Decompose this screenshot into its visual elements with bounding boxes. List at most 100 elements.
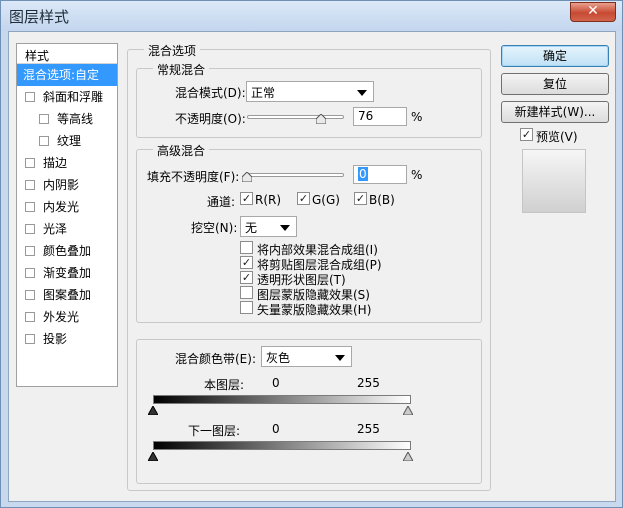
blending-options-title: 混合选项 — [144, 42, 201, 59]
underlying-layer-max: 255 — [357, 422, 380, 436]
style-checkbox[interactable] — [25, 92, 35, 102]
opacity-unit: % — [411, 110, 423, 124]
chevron-down-icon — [280, 225, 290, 231]
fill-opacity-slider-thumb[interactable] — [242, 172, 252, 182]
advanced-option-checkbox[interactable]: ✓ — [240, 256, 253, 269]
knockout-select[interactable]: 无 — [240, 216, 297, 237]
blend-if-value: 灰色 — [266, 351, 291, 365]
title-bar[interactable]: 图层样式 ✕ — [1, 1, 622, 31]
style-list-item-label: 外发光 — [43, 310, 80, 324]
blend-mode-select[interactable]: 正常 — [246, 81, 374, 102]
style-list-item[interactable]: 纹理 — [17, 130, 117, 152]
fill-opacity-unit: % — [411, 168, 423, 182]
style-checkbox[interactable] — [25, 290, 35, 300]
channel-g-checkbox[interactable]: ✓ — [297, 192, 310, 205]
style-list-item-label: 纹理 — [57, 134, 82, 148]
this-layer-label: 本图层: — [204, 378, 245, 392]
style-list-item[interactable]: 内发光 — [17, 196, 117, 218]
chevron-down-icon — [357, 90, 367, 96]
style-list-item-label: 斜面和浮雕 — [43, 90, 104, 104]
knockout-value: 无 — [245, 221, 258, 235]
knockout-label: 挖空(N): — [191, 221, 238, 235]
channel-g-label: G(G) — [312, 193, 340, 207]
opacity-slider[interactable] — [247, 115, 344, 119]
this-layer-white-handle[interactable] — [403, 406, 413, 415]
new-style-button[interactable]: 新建样式(W)... — [501, 101, 609, 123]
blend-if-group: 混合颜色带(E): 灰色 本图层: 0 255 下一图层: 0 255 — [136, 339, 482, 484]
style-checkbox[interactable] — [25, 246, 35, 256]
style-list-item-label: 描边 — [43, 156, 68, 170]
general-blending-title: 常规混合 — [153, 61, 210, 78]
style-checkbox[interactable] — [25, 180, 35, 190]
styles-list: 样式 混合选项:自定斜面和浮雕等高线纹理描边内阴影内发光光泽颜色叠加渐变叠加图案… — [16, 43, 118, 387]
channel-r-checkbox[interactable]: ✓ — [240, 192, 253, 205]
style-list-item[interactable]: 外发光 — [17, 306, 117, 328]
this-layer-min: 0 — [272, 376, 280, 390]
style-list-item-label: 内发光 — [43, 200, 80, 214]
fill-opacity-label: 填充不透明度(F): — [147, 170, 240, 184]
style-list-item-label: 混合选项:自定 — [23, 68, 100, 82]
style-checkbox[interactable] — [25, 202, 35, 212]
style-list-item[interactable]: 图案叠加 — [17, 284, 117, 306]
style-checkbox[interactable] — [25, 158, 35, 168]
style-list-item[interactable]: 光泽 — [17, 218, 117, 240]
style-list-item[interactable]: 等高线 — [17, 108, 117, 130]
styles-list-header[interactable]: 样式 — [17, 44, 117, 64]
channel-b-label: B(B) — [369, 193, 395, 207]
style-checkbox[interactable] — [39, 114, 49, 124]
style-checkbox[interactable] — [25, 268, 35, 278]
underlying-layer-label: 下一图层: — [188, 424, 241, 438]
advanced-option-checkbox[interactable] — [240, 301, 253, 314]
style-list-item[interactable]: 渐变叠加 — [17, 262, 117, 284]
this-layer-gradient — [153, 395, 411, 404]
fill-opacity-value: 0 — [358, 167, 368, 181]
opacity-slider-thumb[interactable] — [315, 114, 326, 124]
advanced-option-checkbox[interactable] — [240, 286, 253, 299]
fill-opacity-input[interactable]: 0 — [353, 165, 407, 184]
fill-opacity-slider[interactable] — [247, 173, 344, 177]
style-checkbox[interactable] — [25, 224, 35, 234]
chevron-down-icon — [335, 355, 345, 361]
style-list-item-label: 内阴影 — [43, 178, 80, 192]
style-list-item[interactable]: 混合选项:自定 — [17, 64, 117, 86]
preview-label: 预览(V) — [536, 130, 578, 144]
style-list-item-label: 投影 — [43, 332, 68, 346]
blend-mode-value: 正常 — [251, 86, 276, 100]
dialog-title: 图层样式 — [9, 8, 70, 26]
style-preview-swatch — [522, 149, 586, 213]
style-checkbox[interactable] — [25, 334, 35, 344]
advanced-option-checkbox[interactable]: ✓ — [240, 271, 253, 284]
opacity-label: 不透明度(O): — [175, 112, 246, 126]
ok-button[interactable]: 确定 — [501, 45, 609, 67]
close-icon: ✕ — [587, 3, 599, 19]
style-list-item[interactable]: 投影 — [17, 328, 117, 350]
style-list-item[interactable]: 内阴影 — [17, 174, 117, 196]
this-layer-black-handle[interactable] — [148, 406, 158, 415]
style-list-item-label: 图案叠加 — [43, 288, 92, 302]
style-list-item-label: 等高线 — [57, 112, 94, 126]
blend-if-label: 混合颜色带(E): — [175, 352, 256, 366]
channel-r-label: R(R) — [255, 193, 282, 207]
blend-if-select[interactable]: 灰色 — [261, 346, 352, 367]
opacity-input[interactable]: 76 — [353, 107, 407, 126]
underlying-layer-min: 0 — [272, 422, 280, 436]
style-checkbox[interactable] — [25, 312, 35, 322]
blending-options-group: 混合选项 常规混合 混合模式(D): 正常 不透明度(O): 76 % 高级混合… — [127, 42, 491, 491]
style-list-item[interactable]: 颜色叠加 — [17, 240, 117, 262]
advanced-blending-group: 高级混合 填充不透明度(F): 0 % 通道: ✓ R(R) ✓ G(G) ✓ … — [136, 142, 482, 323]
style-list-item[interactable]: 斜面和浮雕 — [17, 86, 117, 108]
dialog-body: 样式 混合选项:自定斜面和浮雕等高线纹理描边内阴影内发光光泽颜色叠加渐变叠加图案… — [8, 31, 616, 502]
channel-b-checkbox[interactable]: ✓ — [354, 192, 367, 205]
reset-button[interactable]: 复位 — [501, 73, 609, 95]
underlying-layer-white-handle[interactable] — [403, 452, 413, 461]
blend-mode-label: 混合模式(D): — [175, 86, 246, 100]
underlying-layer-black-handle[interactable] — [148, 452, 158, 461]
style-list-item[interactable]: 描边 — [17, 152, 117, 174]
close-button[interactable]: ✕ — [570, 2, 616, 22]
style-list-item-label: 颜色叠加 — [43, 244, 92, 258]
preview-checkbox[interactable]: ✓ — [520, 128, 533, 141]
general-blending-group: 常规混合 混合模式(D): 正常 不透明度(O): 76 % — [136, 61, 482, 138]
style-checkbox[interactable] — [39, 136, 49, 146]
advanced-option-checkbox[interactable] — [240, 241, 253, 254]
channels-label: 通道: — [207, 195, 236, 209]
